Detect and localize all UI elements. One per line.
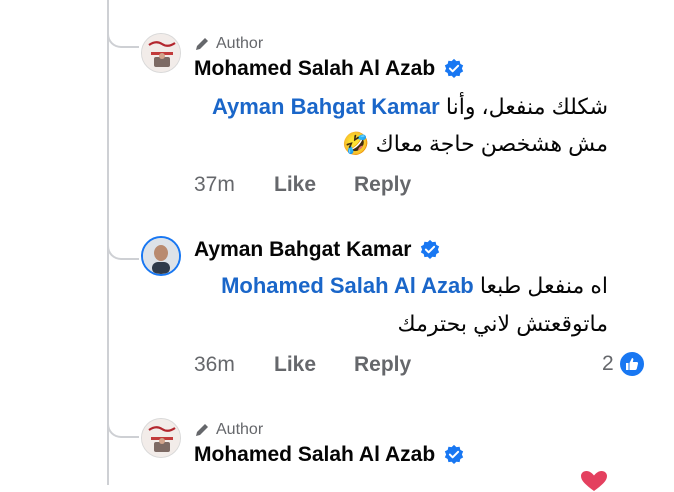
heart-icon (581, 471, 607, 491)
avatar[interactable] (141, 418, 181, 458)
pencil-icon (196, 424, 208, 436)
commenter-name[interactable]: Mohamed Salah Al Azab (194, 443, 435, 467)
comment: Author Mohamed Salah Al Azab (0, 0, 674, 491)
profile-photo-icon (142, 419, 180, 457)
author-badge: Author (194, 421, 263, 439)
verified-badge-icon (444, 444, 464, 464)
author-badge-label: Author (216, 421, 264, 438)
